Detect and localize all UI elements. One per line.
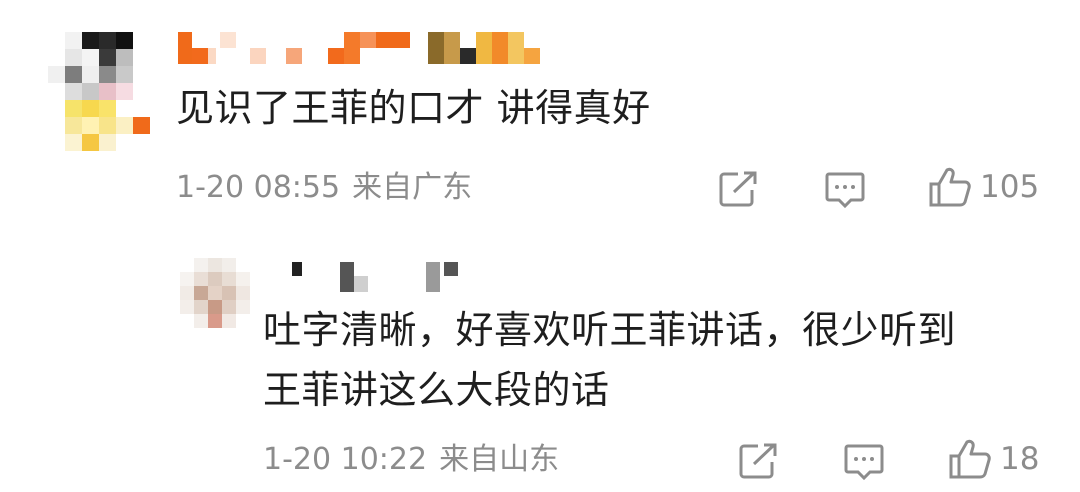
reply-comment-button[interactable] [843,442,885,482]
like-icon [929,167,971,207]
reply-like-count: 18 [1000,441,1040,477]
comment-text: 见识了王菲的口才 讲得真好 [176,86,651,130]
reply-time: 1-20 10:22 [263,442,428,477]
like-icon [949,439,991,479]
comment-time: 1-20 08:55 [176,170,341,205]
like-count: 105 [980,169,1040,205]
reply-username[interactable] [292,262,458,296]
share-icon [719,171,757,207]
reply-share-button[interactable] [738,442,778,480]
reply-avatar[interactable] [180,258,250,328]
comment-icon [825,172,865,209]
share-button[interactable] [718,170,758,208]
reply-text: 吐字清晰，好喜欢听王菲讲话，很少听到 王菲讲这么大段的话 [263,308,957,412]
reply-meta: 1-20 10:22 来自山东 [263,440,571,480]
username[interactable] [178,32,540,66]
comment-location: 来自广东 [352,170,473,205]
comment-meta: 1-20 08:55 来自广东 [176,168,484,208]
reply-like-button[interactable]: 18 [948,438,1039,480]
like-button[interactable]: 105 [928,166,1039,208]
avatar[interactable] [48,32,150,151]
share-icon [739,443,777,479]
reply-button[interactable] [824,170,866,210]
reply-location: 来自山东 [439,442,560,477]
comment-icon [844,444,884,481]
